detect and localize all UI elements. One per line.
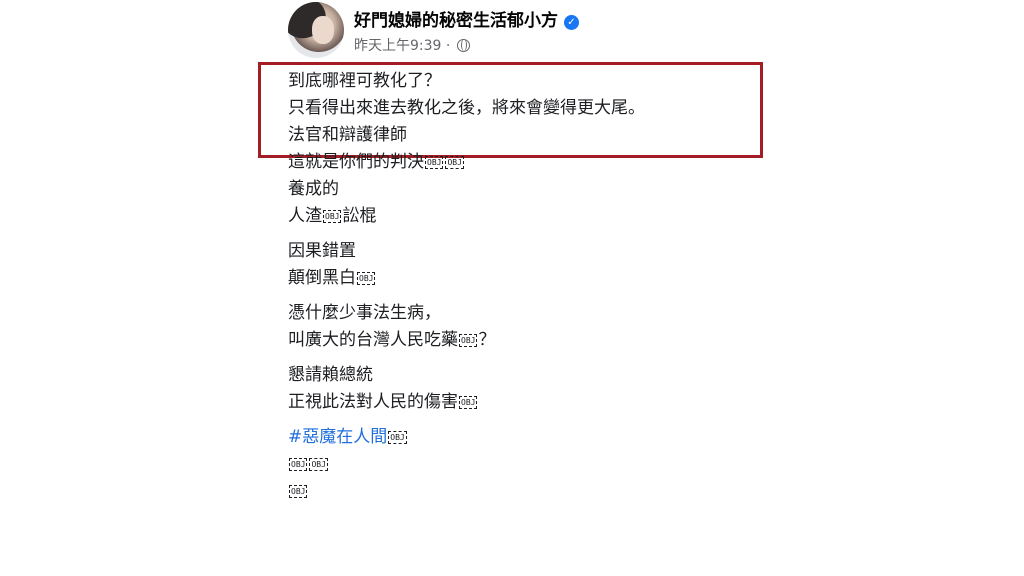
line-text: 叫廣大的台灣人民吃藥	[288, 330, 458, 350]
verified-badge-icon: ✓	[564, 15, 579, 30]
emoji-placeholder: OBJ	[289, 485, 308, 498]
post-line: 顛倒黑白 OBJ	[288, 265, 768, 292]
post-line: 正視此法對人民的傷害 OBJ	[288, 389, 768, 416]
post-line: 人渣 OBJ 訟棍	[288, 203, 768, 230]
emoji-placeholder: OBJ	[309, 458, 328, 471]
emoji-placeholder: OBJ	[357, 272, 376, 285]
post-line: 懇請賴總統	[288, 365, 373, 385]
line-text: 正視此法對人民的傷害	[288, 392, 458, 412]
avatar[interactable]	[288, 2, 344, 58]
post-line: OBJ OBJ	[288, 451, 768, 478]
line-text: 這就是你們的判決	[288, 152, 424, 172]
post-line: 憑什麼少事法生病，	[288, 303, 441, 323]
post-line: 養成的	[288, 179, 339, 199]
post-line: 這就是你們的判決 OBJ OBJ	[288, 149, 768, 176]
post-line: 因果錯置	[288, 241, 356, 261]
line-text: ？	[478, 330, 496, 350]
line-text: 顛倒黑白	[288, 268, 356, 288]
post-header: 好門媳婦的秘密生活郁小方 ✓ 昨天上午9:39 ·	[288, 2, 788, 58]
emoji-placeholder: OBJ	[289, 458, 308, 471]
post-line: #惡魔在人間 OBJ	[288, 424, 768, 451]
emoji-placeholder: OBJ	[323, 210, 342, 223]
post-line: 只看得出來進去教化之後，將來會變得更大尾。	[288, 98, 645, 118]
post-line: OBJ	[288, 478, 768, 505]
emoji-placeholder: OBJ	[445, 156, 464, 169]
author-name-row: 好門媳婦的秘密生活郁小方 ✓	[354, 6, 579, 31]
post-timestamp[interactable]: 昨天上午9:39	[354, 38, 441, 54]
post-line: 到底哪裡可教化了？	[288, 71, 441, 91]
post-body: 到底哪裡可教化了？ 只看得出來進去教化之後，將來會變得更大尾。 法官和辯護律師 …	[288, 68, 768, 505]
author-name[interactable]: 好門媳婦的秘密生活郁小方	[354, 11, 558, 31]
post-line: 法官和辯護律師	[288, 125, 407, 145]
avatar-face	[312, 16, 334, 44]
meta-separator: ·	[445, 38, 451, 54]
post-line: 叫廣大的台灣人民吃藥 OBJ？	[288, 327, 768, 354]
emoji-placeholder: OBJ	[459, 396, 478, 409]
post-meta: 昨天上午9:39 ·	[354, 35, 470, 55]
emoji-placeholder: OBJ	[459, 334, 478, 347]
line-text: 人渣	[288, 206, 322, 226]
hashtag-link[interactable]: #惡魔在人間	[288, 427, 387, 447]
emoji-placeholder: OBJ	[425, 156, 444, 169]
line-text: 訟棍	[342, 206, 377, 226]
emoji-placeholder: OBJ	[388, 431, 407, 444]
globe-icon[interactable]	[456, 39, 470, 52]
